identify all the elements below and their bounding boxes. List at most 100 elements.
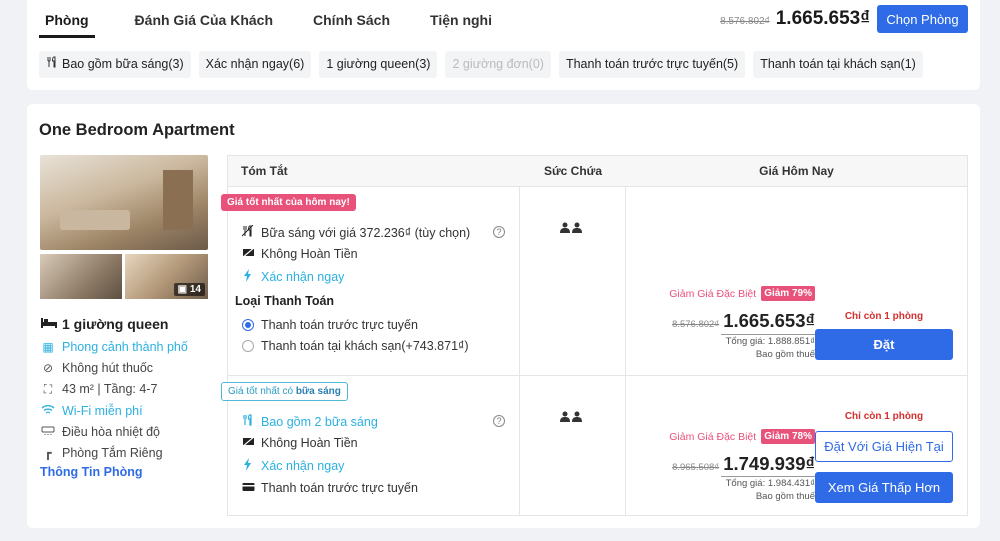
help-icon[interactable]: ? bbox=[493, 226, 505, 238]
wifi-icon bbox=[40, 404, 56, 418]
amenity-label: Điều hòa nhiệt độ bbox=[62, 424, 160, 439]
amenity-item: ⛶ 43 m² | Tầng: 4-7 bbox=[40, 379, 230, 400]
tab-reviews[interactable]: Đánh Giá Của Khách bbox=[135, 10, 273, 38]
rate-summary: Giá tốt nhất có bữa sáng Bao gồm 2 bữa s… bbox=[221, 376, 520, 516]
photo-count-badge: ▣ 14 bbox=[173, 283, 205, 296]
filter-prepay-online[interactable]: Thanh toán trước trực tuyến(5) bbox=[558, 51, 746, 78]
amenity-list: 1 giường queen ▦ Phong cảnh thành phố ⊘ … bbox=[40, 312, 230, 464]
table-header: Tóm Tắt Sức Chứa Giá Hôm Nay bbox=[228, 156, 967, 187]
rate-feature-label: Bữa sáng với giá 372.236₫ (tùy chọn) bbox=[261, 225, 471, 240]
tag-text: Giá tốt nhất có bbox=[228, 386, 296, 397]
rate-feature-label: Thanh toán trước trực tuyến bbox=[261, 481, 418, 495]
total-price: Tổng giá: 1.888.851₫ bbox=[725, 336, 815, 347]
rate-feature-label: Xác nhận ngay bbox=[261, 459, 345, 473]
payment-type-label: Loại Thanh Toán bbox=[235, 294, 335, 308]
header-capacity: Sức Chứa bbox=[543, 164, 603, 178]
filter-twin-bed: 2 giường đơn(0) bbox=[445, 51, 551, 78]
room-photo-thumb[interactable] bbox=[40, 254, 122, 299]
bed-icon bbox=[40, 317, 57, 332]
room-info-link[interactable]: Thông Tin Phòng bbox=[40, 465, 143, 479]
rate-row: Giá tốt nhất của hôm nay! Bữa sáng với g… bbox=[221, 187, 967, 375]
no-smoking-icon: ⊘ bbox=[42, 360, 54, 375]
best-breakfast-tag: Giá tốt nhất có bữa sáng bbox=[221, 382, 348, 401]
book-button[interactable]: Đặt bbox=[815, 329, 953, 360]
header-price-today: Giá Hôm Nay bbox=[759, 164, 834, 178]
price-divider bbox=[721, 476, 815, 477]
breakfast-icon bbox=[241, 414, 255, 429]
no-refund-icon bbox=[241, 435, 255, 450]
amenity-item: ┏ Phòng Tắm Riêng bbox=[40, 442, 230, 463]
payment-option-pay-at-hotel[interactable]: Thanh toán tại khách sạn(+743.871₫) bbox=[242, 339, 469, 353]
filter-queen-bed[interactable]: 1 giường queen(3) bbox=[319, 51, 438, 78]
rate-feature: Không Hoàn Tiền bbox=[241, 435, 358, 450]
rate-feature: Không Hoàn Tiền bbox=[241, 246, 358, 261]
current-price: 1.665.653₫ bbox=[723, 310, 815, 331]
rate-price: Giảm Giá Đặc Biệt Giảm 79% 8.576.802₫ 1.… bbox=[626, 187, 967, 375]
rate-feature-label: Xác nhận ngay bbox=[261, 270, 345, 284]
photo-count: 14 bbox=[189, 284, 201, 295]
payment-option-label: Thanh toán tại khách sạn(+743.871₫) bbox=[261, 339, 469, 353]
discount-badge: Giảm 79% bbox=[761, 286, 815, 301]
discount-badge: Giảm 78% bbox=[761, 429, 815, 444]
radio-unselected-icon bbox=[242, 340, 254, 352]
original-price: 8.965.508₫ bbox=[672, 462, 720, 473]
payment-option-label: Thanh toán trước trực tuyến bbox=[261, 318, 418, 332]
help-icon[interactable]: ? bbox=[493, 415, 505, 427]
city-view-icon: ▦ bbox=[42, 339, 54, 354]
credit-card-icon bbox=[241, 481, 255, 495]
rate-table: Tóm Tắt Sức Chứa Giá Hôm Nay Giá tốt nhấ… bbox=[221, 155, 968, 516]
breakfast-icon bbox=[241, 224, 255, 240]
room-photo-main[interactable] bbox=[40, 155, 208, 250]
book-current-price-button[interactable]: Đặt Với Giá Hiện Tại bbox=[815, 431, 953, 462]
rate-feature-label: Bao gồm 2 bữa sáng bbox=[261, 414, 378, 429]
amenity-item: ⊘ Không hút thuốc bbox=[40, 357, 230, 378]
choose-room-button[interactable]: Chọn Phòng bbox=[877, 5, 968, 33]
rate-summary: Giá tốt nhất của hôm nay! Bữa sáng với g… bbox=[221, 187, 520, 375]
header-current-price: 1.665.653₫ bbox=[775, 8, 870, 29]
filter-label: Bao gồm bữa sáng(3) bbox=[62, 57, 184, 71]
rate-capacity bbox=[520, 376, 626, 516]
room-photo-thumb[interactable]: ▣ 14 bbox=[125, 254, 208, 299]
discount-line: Giảm Giá Đặc Biệt Giảm 79% bbox=[669, 286, 815, 301]
special-discount-label: Giảm Giá Đặc Biệt bbox=[669, 287, 757, 300]
rate-feature-label: Không Hoàn Tiền bbox=[261, 436, 358, 450]
filter-pay-at-hotel[interactable]: Thanh toán tại khách sạn(1) bbox=[753, 51, 923, 78]
filter-bar: Bao gồm bữa sáng(3) Xác nhận ngay(6) 1 g… bbox=[39, 51, 923, 78]
total-price: Tổng giá: 1.984.431₫ bbox=[725, 478, 815, 489]
rate-feature-label: Không Hoàn Tiền bbox=[261, 247, 358, 261]
amenity-label: Phòng Tắm Riêng bbox=[62, 446, 163, 461]
tab-amenities[interactable]: Tiện nghi bbox=[430, 10, 492, 38]
price-divider bbox=[721, 334, 815, 335]
room-nav-card: Phòng Đánh Giá Của Khách Chính Sách Tiện… bbox=[27, 0, 980, 90]
rate-feature: Thanh toán trước trực tuyến bbox=[241, 481, 418, 495]
header-price: 8.576.802₫ 1.665.653₫ bbox=[720, 8, 870, 30]
special-discount-label: Giảm Giá Đặc Biệt bbox=[669, 430, 757, 443]
amenity-label: Không hút thuốc bbox=[62, 360, 154, 375]
tab-policies[interactable]: Chính Sách bbox=[313, 10, 390, 38]
amenity-item: Điều hòa nhiệt độ bbox=[40, 421, 230, 442]
amenity-item: ▦ Phong cảnh thành phố bbox=[40, 336, 230, 357]
price-line: 8.576.802₫ 1.665.653₫ bbox=[672, 310, 815, 332]
view-lower-price-button[interactable]: Xem Giá Thấp Hơn bbox=[815, 472, 953, 503]
filter-instant-confirm[interactable]: Xác nhận ngay(6) bbox=[198, 51, 312, 78]
tag-bold-text: bữa sáng bbox=[295, 386, 341, 397]
two-guests-icon bbox=[560, 411, 584, 425]
rooms-left-notice: Chỉ còn 1 phòng bbox=[844, 311, 924, 322]
tax-included: Bao gồm thuế bbox=[755, 491, 815, 502]
tab-rooms[interactable]: Phòng bbox=[39, 10, 95, 38]
amenity-label: Phong cảnh thành phố bbox=[62, 339, 188, 354]
price-line: 8.965.508₫ 1.749.939₫ bbox=[672, 453, 815, 475]
room-title: One Bedroom Apartment bbox=[39, 121, 235, 139]
filter-breakfast[interactable]: Bao gồm bữa sáng(3) bbox=[39, 51, 191, 78]
rate-row: Giá tốt nhất có bữa sáng Bao gồm 2 bữa s… bbox=[221, 375, 967, 516]
header-old-price: 8.576.802₫ bbox=[720, 16, 770, 27]
payment-option-prepay[interactable]: Thanh toán trước trực tuyến bbox=[242, 318, 418, 332]
tax-included: Bao gồm thuế bbox=[755, 349, 815, 360]
rate-price: Giảm Giá Đặc Biệt Giảm 78% 8.965.508₫ 1.… bbox=[626, 376, 967, 516]
radio-selected-icon bbox=[242, 319, 254, 331]
no-refund-icon bbox=[241, 246, 255, 261]
tab-bar: Phòng Đánh Giá Của Khách Chính Sách Tiện… bbox=[39, 10, 532, 38]
rate-feature: Xác nhận ngay bbox=[241, 458, 344, 474]
header-summary: Tóm Tắt bbox=[241, 164, 288, 178]
amenity-label: 1 giường queen bbox=[62, 316, 169, 332]
